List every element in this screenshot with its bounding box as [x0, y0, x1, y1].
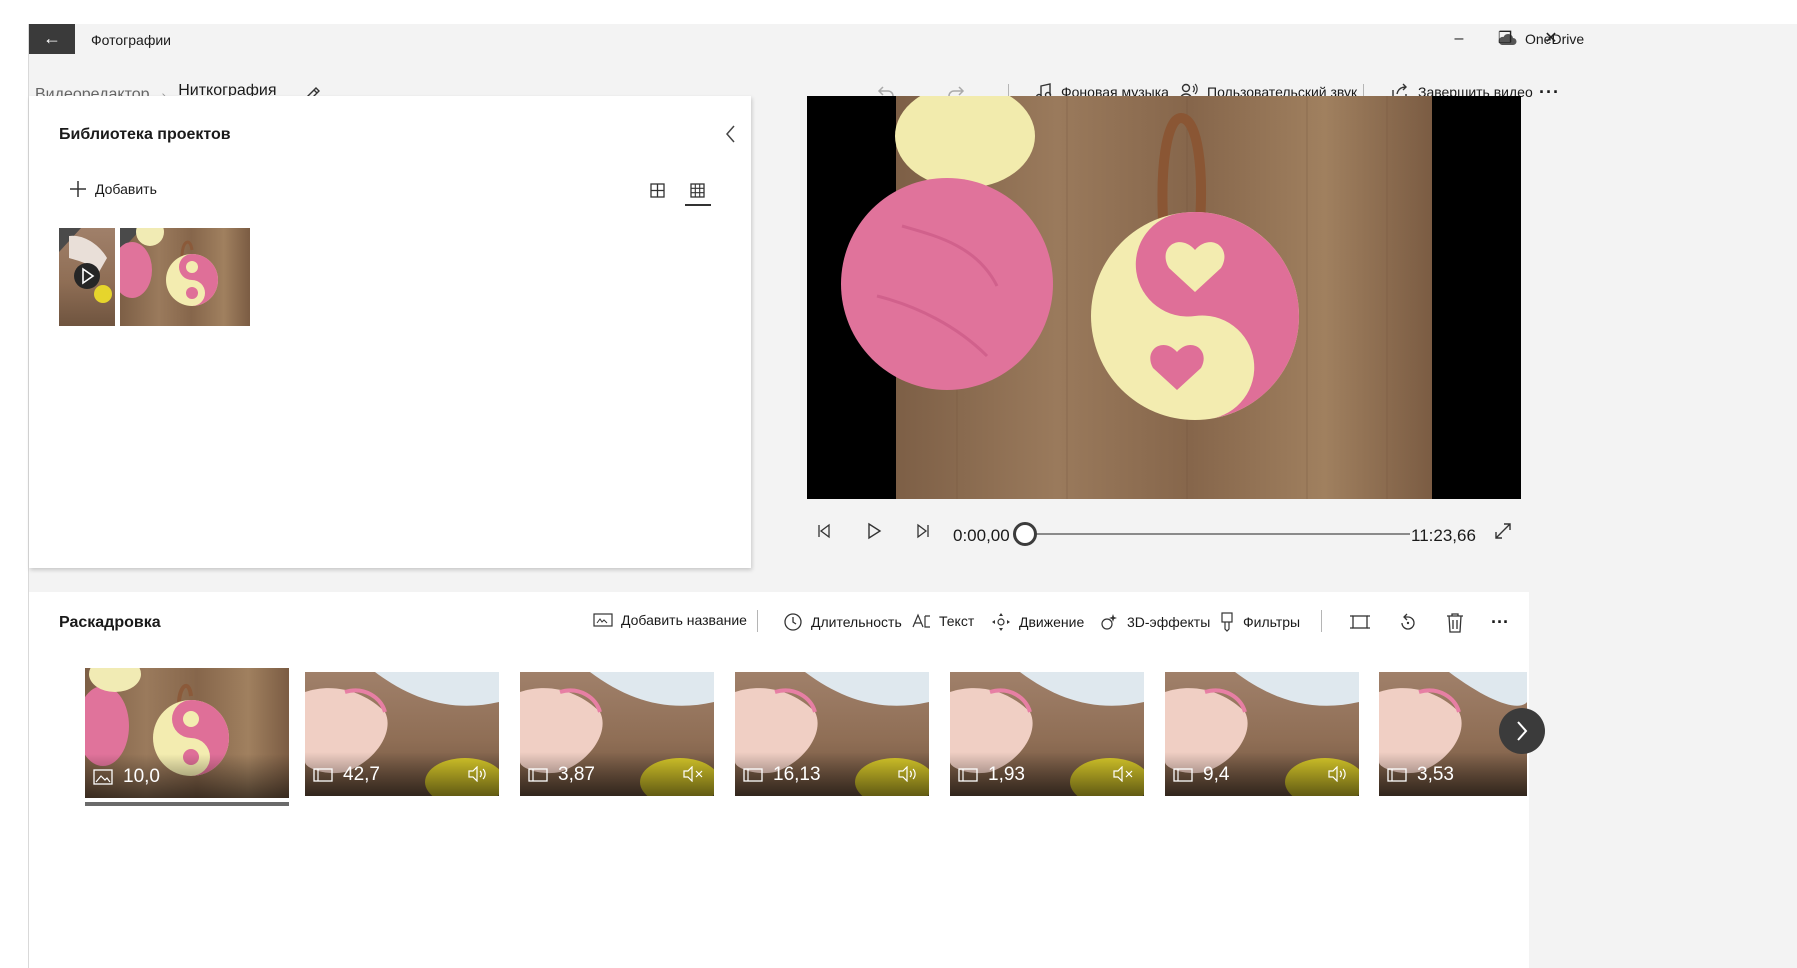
clip-duration-value: 1,93	[988, 764, 1025, 785]
library-item-video[interactable]	[59, 228, 115, 326]
storyboard-title: Раскадровка	[59, 614, 161, 631]
speaker-on-icon	[468, 766, 486, 782]
add-title-card-button[interactable]: Добавить название	[593, 612, 747, 628]
clip-duration: 16,13	[743, 764, 821, 786]
clip-duration: 1,93	[958, 764, 1025, 786]
image-thumbnail	[120, 228, 250, 326]
more-options-button[interactable]: ···	[1539, 82, 1560, 103]
duration-label: Длительность	[811, 614, 902, 630]
clip-duration: 3,53	[1387, 764, 1454, 786]
library-item-image[interactable]	[120, 228, 250, 326]
clip-duration-value: 42,7	[343, 764, 380, 785]
selected-clip-indicator	[85, 802, 289, 806]
minimize-button[interactable]: –	[1439, 28, 1479, 52]
small-grid-icon	[690, 183, 705, 198]
add-title-card-label: Добавить название	[621, 612, 747, 628]
storyboard-divider	[1321, 610, 1322, 632]
storyboard-clip[interactable]: 9,4	[1165, 672, 1359, 796]
video-frame-icon	[743, 768, 763, 782]
clip-duration: 10,0	[93, 766, 160, 788]
close-button[interactable]: ✕	[1531, 28, 1571, 52]
filters-label: Фильтры	[1243, 614, 1301, 630]
video-frame-icon	[313, 768, 333, 782]
speaker-on-icon	[1328, 766, 1346, 782]
video-frame-icon	[1387, 768, 1407, 782]
storyboard-clip[interactable]: 10,0	[85, 668, 289, 798]
storyboard-divider	[757, 610, 758, 632]
next-frame-icon[interactable]	[911, 520, 933, 542]
speaker-muted-icon	[683, 766, 703, 782]
add-media-button[interactable]: Добавить	[69, 180, 157, 198]
play-icon[interactable]	[863, 520, 885, 542]
clip-duration: 3,87	[528, 764, 595, 786]
app-title: Фотографии	[91, 32, 172, 48]
previous-frame-icon[interactable]	[814, 520, 836, 542]
seek-bar-thumb[interactable]	[1013, 522, 1037, 546]
clip-duration: 9,4	[1173, 764, 1229, 786]
storyboard-clip[interactable]: 1,93	[950, 672, 1144, 796]
total-time: 11:23,66	[1411, 526, 1476, 545]
speaker-muted-icon	[1113, 766, 1133, 782]
clip-duration-value: 10,0	[123, 766, 160, 787]
resize-icon[interactable]	[1349, 612, 1371, 632]
text-icon	[912, 613, 930, 628]
seek-bar-track[interactable]	[1036, 533, 1410, 535]
maximize-button[interactable]: ❐	[1485, 28, 1525, 52]
duration-button[interactable]: Длительность	[783, 612, 902, 632]
storyboard-clip[interactable]: 16,13	[735, 672, 929, 796]
storyboard-clip[interactable]: 3,87	[520, 672, 714, 796]
storyboard-clip[interactable]: 42,7	[305, 672, 499, 796]
motion-button[interactable]: Движение	[991, 612, 1084, 632]
large-grid-view-button[interactable]	[645, 178, 671, 206]
title-card-icon	[593, 613, 613, 627]
clip-duration: 42,7	[313, 764, 380, 786]
storyboard-panel: Раскадровка Добавить название Длительнос…	[29, 592, 1545, 968]
storyboard-more-button[interactable]: ···	[1491, 612, 1509, 633]
3d-effects-icon	[1101, 614, 1117, 630]
plus-icon	[70, 181, 86, 197]
photos-app-window: ← Фотографии OneDrive – ❐ ✕ Видеоредакто…	[28, 24, 1797, 968]
speaker-on-icon	[898, 766, 916, 782]
3d-effects-label: 3D-эффекты	[1127, 614, 1211, 630]
back-button[interactable]: ←	[29, 24, 75, 54]
large-grid-icon	[650, 183, 665, 198]
3d-effects-button[interactable]: 3D-эффекты	[1099, 612, 1210, 632]
delete-icon[interactable]	[1445, 612, 1465, 634]
back-arrow-icon: ←	[43, 28, 61, 48]
video-frame-icon	[958, 768, 978, 782]
clip-duration-value: 3,53	[1417, 764, 1454, 785]
library-title: Библиотека проектов	[59, 126, 231, 143]
filters-button[interactable]: Фильтры	[1219, 612, 1300, 632]
text-label: Текст	[939, 613, 975, 629]
clock-icon	[784, 613, 802, 631]
video-preview[interactable]	[807, 96, 1521, 499]
scroll-next-button[interactable]	[1499, 708, 1545, 754]
small-grid-view-button[interactable]	[685, 178, 711, 206]
video-frame-icon	[528, 768, 548, 782]
chevron-left-icon[interactable]	[721, 122, 741, 146]
clip-duration-value: 3,87	[558, 764, 595, 785]
project-library-panel: Библиотека проектов Добавить	[29, 96, 751, 568]
chevron-right-icon	[1517, 721, 1528, 741]
preview-frame	[807, 96, 1521, 499]
expand-icon[interactable]	[1492, 520, 1514, 542]
filter-brush-icon	[1221, 612, 1233, 632]
video-thumbnail	[59, 228, 115, 326]
motion-icon	[992, 613, 1010, 631]
title-bar: ← Фотографии OneDrive – ❐ ✕	[29, 24, 1797, 54]
add-media-label: Добавить	[95, 181, 157, 197]
rotate-icon[interactable]	[1397, 612, 1419, 634]
current-time: 0:00,00	[953, 526, 1010, 545]
clip-duration-value: 9,4	[1203, 764, 1230, 785]
motion-label: Движение	[1019, 614, 1085, 630]
clip-duration-value: 16,13	[773, 764, 821, 785]
image-icon	[93, 769, 113, 785]
video-frame-icon	[1173, 768, 1193, 782]
text-button[interactable]: Текст	[911, 612, 974, 630]
